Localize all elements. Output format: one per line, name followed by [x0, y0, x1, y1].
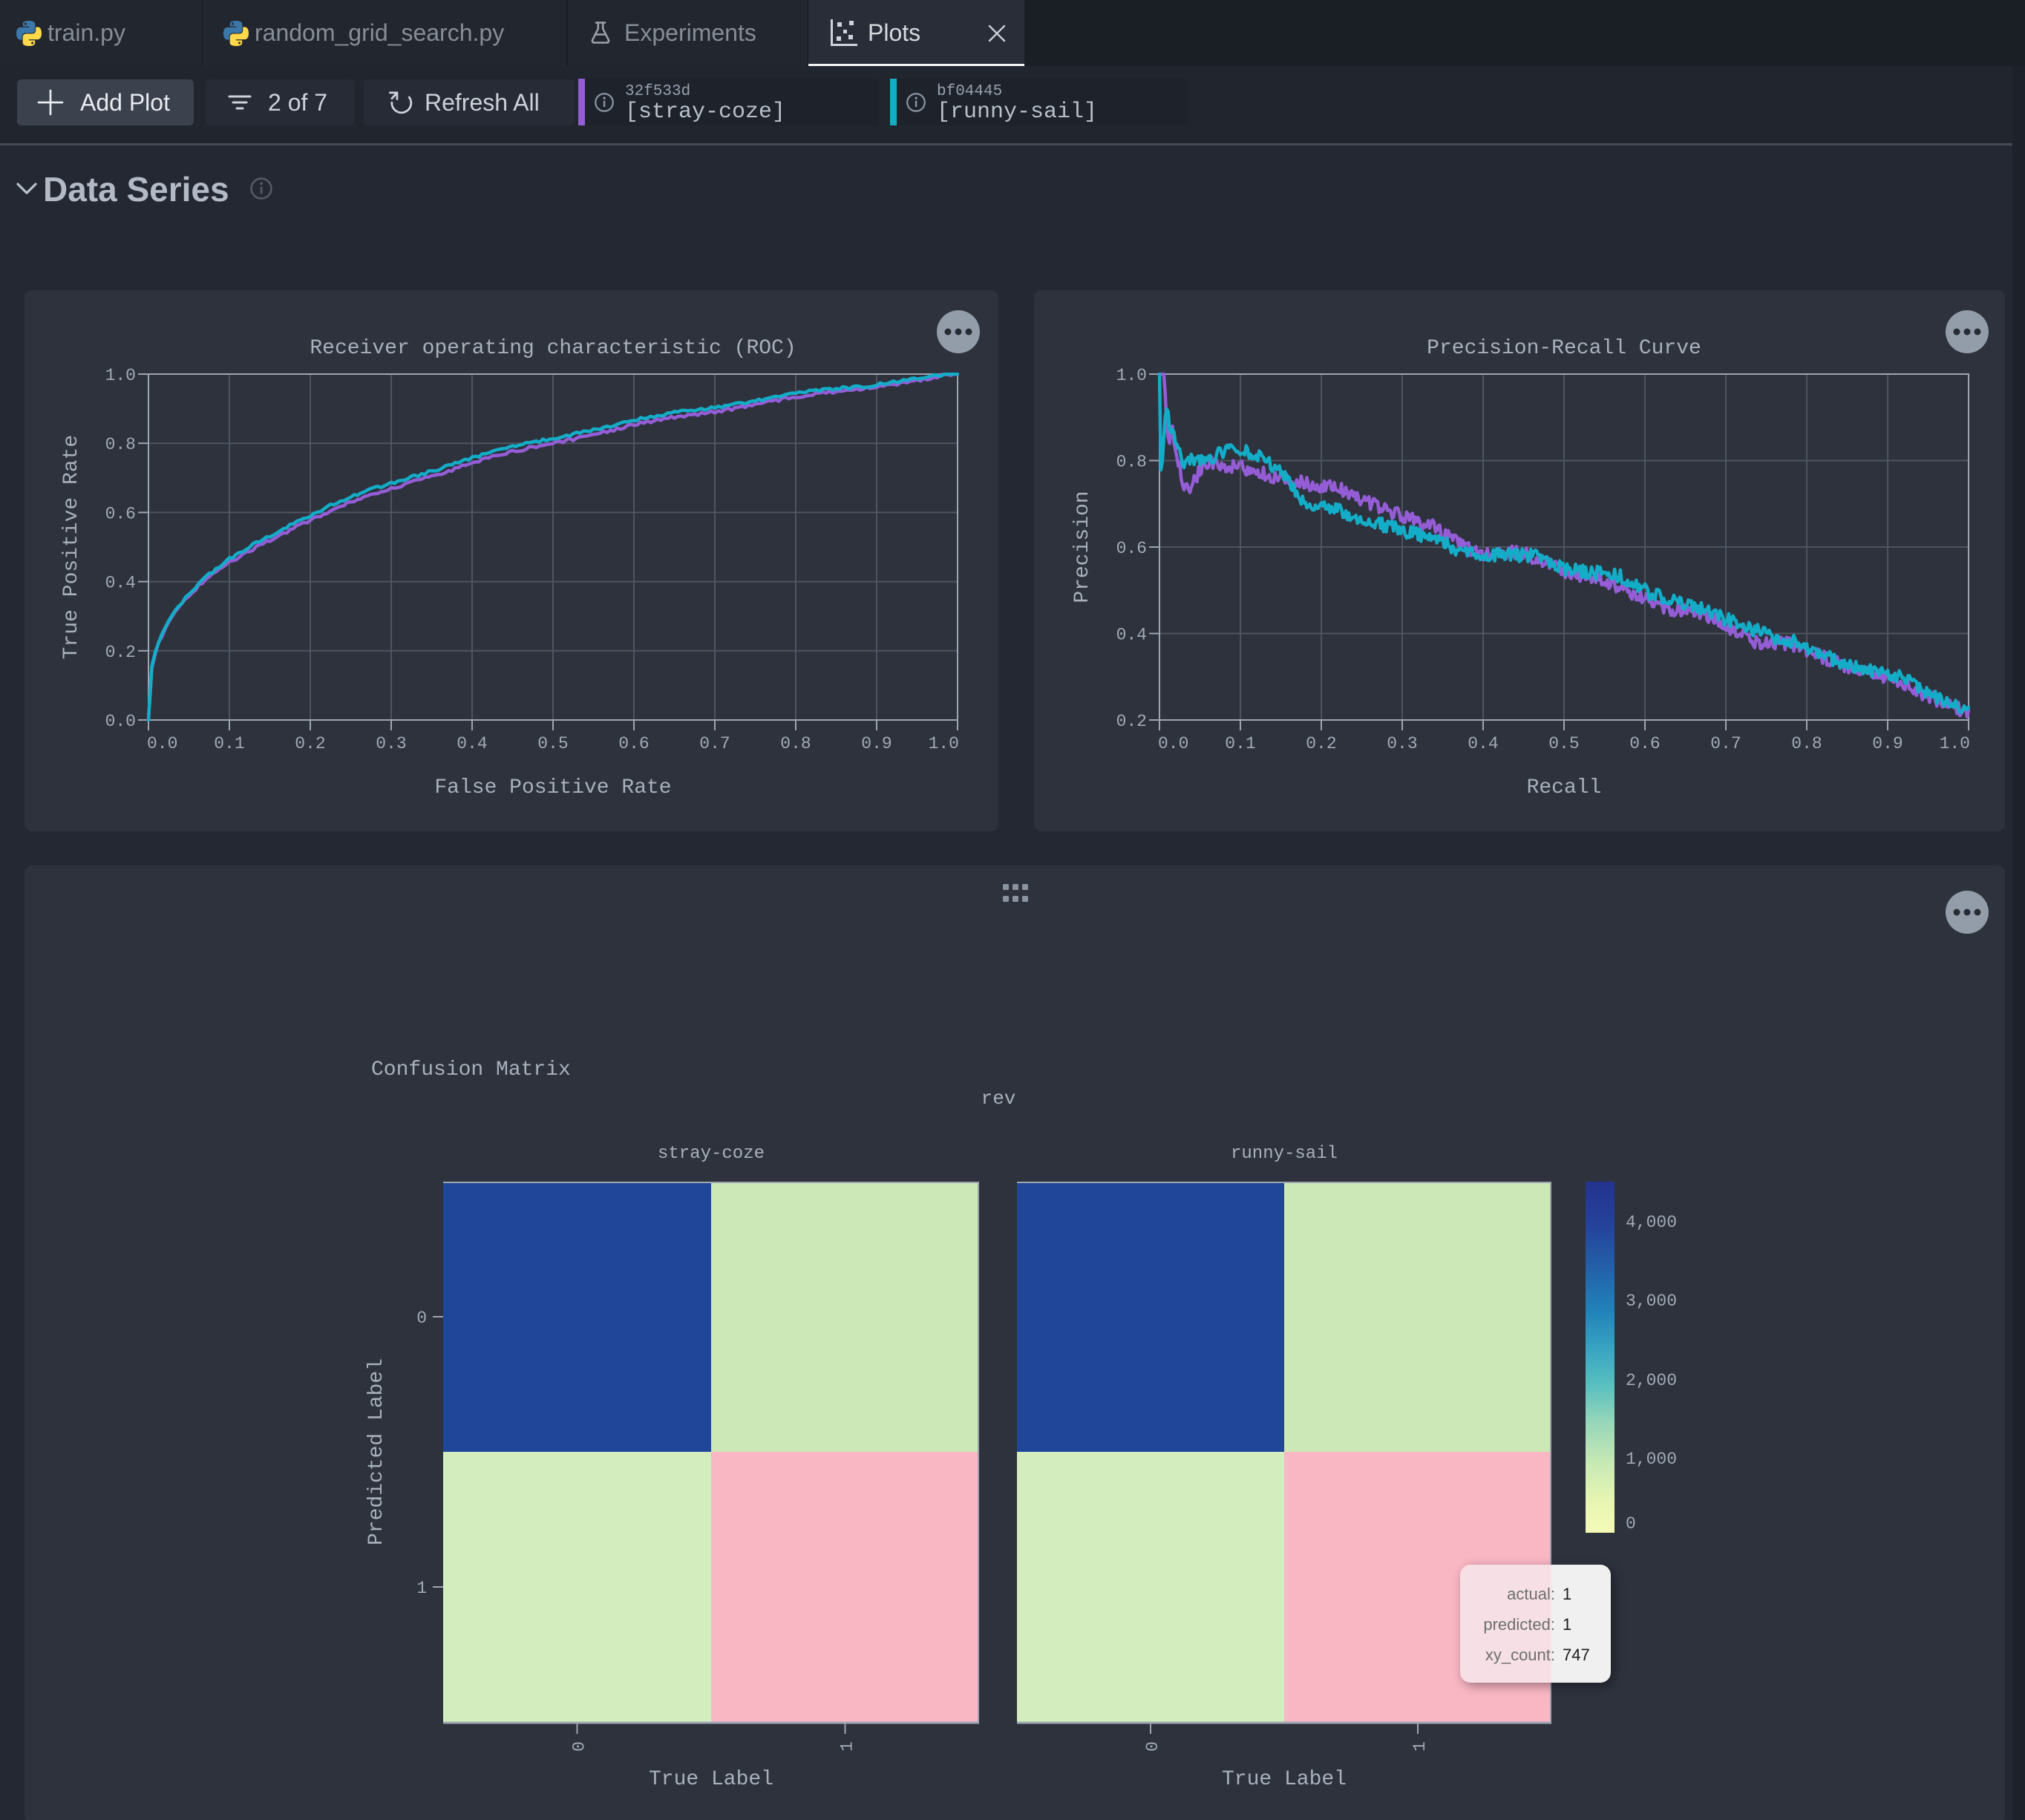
svg-text:0.8: 0.8 — [1791, 734, 1822, 753]
svg-text:0.3: 0.3 — [1387, 734, 1417, 753]
svg-text:Predicted Label: Predicted Label — [365, 1358, 388, 1545]
svg-text:1.0: 1.0 — [929, 734, 959, 753]
svg-text:0.7: 0.7 — [699, 734, 730, 753]
svg-text:0.4: 0.4 — [1468, 734, 1498, 753]
svg-text:0.9: 0.9 — [861, 734, 892, 753]
svg-text:Precision-Recall Curve: Precision-Recall Curve — [1427, 337, 1701, 360]
svg-text:0.0: 0.0 — [105, 712, 136, 731]
svg-text:True Label: True Label — [1222, 1768, 1347, 1791]
svg-text:0.9: 0.9 — [1872, 734, 1903, 753]
svg-text:1.0: 1.0 — [1940, 734, 1970, 753]
svg-text:0.6: 0.6 — [618, 734, 649, 753]
svg-text:False Positive Rate: False Positive Rate — [434, 776, 671, 799]
svg-text:Recall: Recall — [1527, 776, 1602, 799]
svg-text:0.0: 0.0 — [1158, 734, 1188, 753]
svg-text:0.8: 0.8 — [105, 435, 136, 454]
svg-text:0.1: 0.1 — [214, 734, 244, 753]
svg-text:0.6: 0.6 — [105, 504, 136, 523]
svg-text:1: 1 — [1410, 1741, 1430, 1752]
svg-text:4,000: 4,000 — [1626, 1213, 1677, 1232]
svg-text:1,000: 1,000 — [1626, 1450, 1677, 1469]
svg-text:3,000: 3,000 — [1626, 1292, 1677, 1311]
svg-text:1: 1 — [416, 1579, 427, 1598]
svg-text:0: 0 — [1626, 1514, 1636, 1533]
svg-text:0.2: 0.2 — [1116, 712, 1147, 731]
svg-text:1: 1 — [838, 1741, 857, 1752]
svg-text:0.2: 0.2 — [105, 643, 136, 662]
svg-text:0.2: 0.2 — [1306, 734, 1336, 753]
svg-text:0.1: 0.1 — [1225, 734, 1255, 753]
svg-text:0.2: 0.2 — [295, 734, 325, 753]
svg-text:True Label: True Label — [649, 1768, 773, 1791]
svg-text:0.6: 0.6 — [1116, 539, 1147, 558]
svg-text:0.5: 0.5 — [1548, 734, 1579, 753]
svg-text:0.7: 0.7 — [1710, 734, 1741, 753]
svg-text:stray-coze: stray-coze — [658, 1144, 765, 1164]
svg-text:Precision: Precision — [1071, 491, 1094, 603]
svg-text:rev: rev — [981, 1087, 1016, 1110]
svg-text:True Positive Rate: True Positive Rate — [60, 435, 83, 659]
svg-text:0.8: 0.8 — [1116, 453, 1147, 472]
svg-text:runny-sail: runny-sail — [1231, 1144, 1338, 1164]
svg-text:0.4: 0.4 — [457, 734, 487, 753]
svg-text:0.0: 0.0 — [147, 734, 177, 753]
svg-text:0.6: 0.6 — [1629, 734, 1660, 753]
svg-text:Receiver operating characteris: Receiver operating characteristic (ROC) — [310, 337, 796, 360]
svg-text:0.4: 0.4 — [1116, 626, 1147, 645]
svg-text:2,000: 2,000 — [1626, 1371, 1677, 1390]
svg-text:0.5: 0.5 — [537, 734, 568, 753]
svg-text:0: 0 — [570, 1741, 589, 1752]
svg-text:1.0: 1.0 — [105, 366, 136, 385]
svg-text:0: 0 — [1143, 1741, 1162, 1752]
svg-text:0.3: 0.3 — [376, 734, 406, 753]
svg-text:Confusion Matrix: Confusion Matrix — [371, 1058, 571, 1081]
svg-text:0.8: 0.8 — [780, 734, 811, 753]
svg-text:0: 0 — [416, 1309, 427, 1328]
svg-text:1.0: 1.0 — [1116, 366, 1147, 385]
svg-text:0.4: 0.4 — [105, 574, 136, 593]
